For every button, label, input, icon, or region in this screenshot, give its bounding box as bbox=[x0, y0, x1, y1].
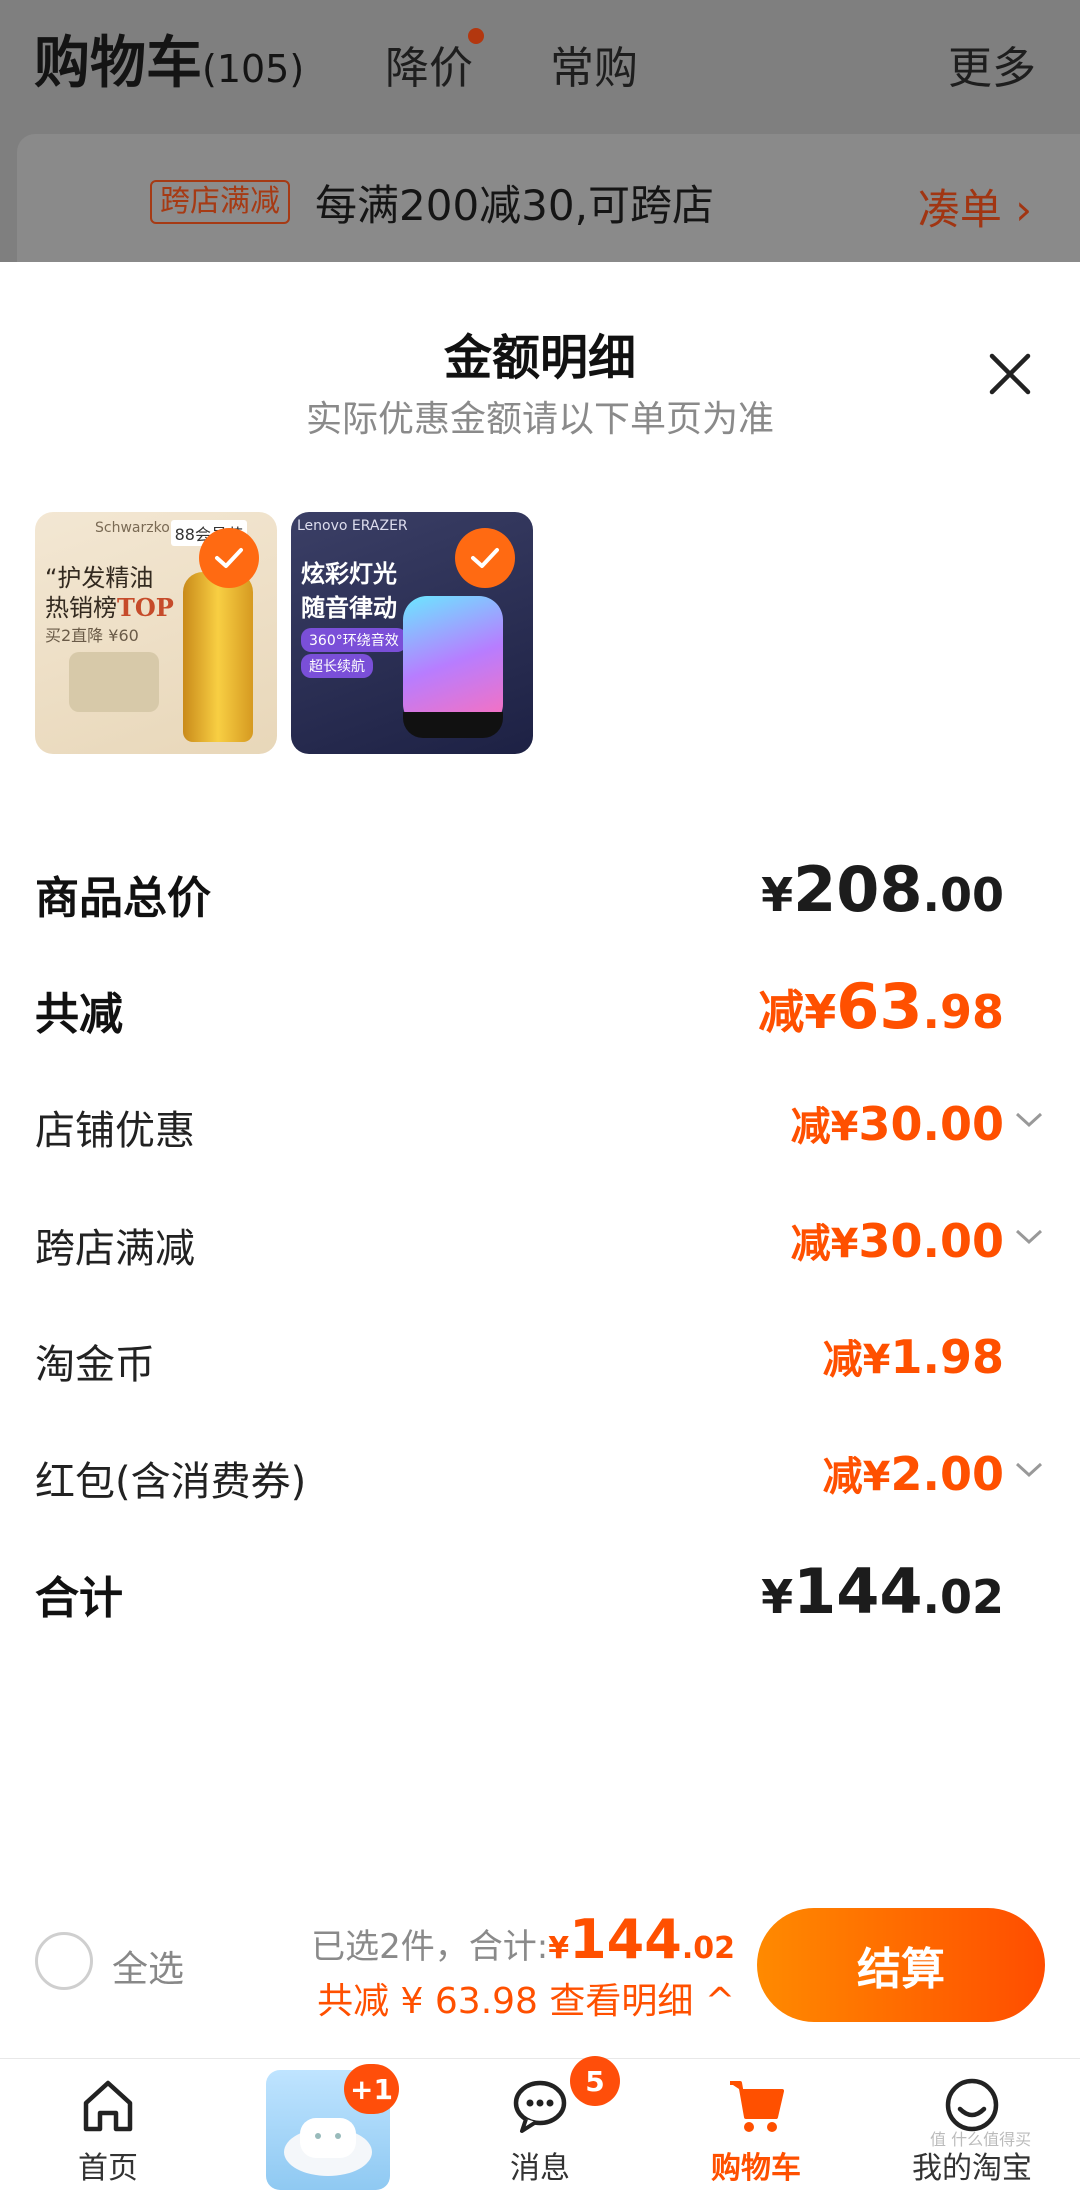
chevron-down-icon[interactable] bbox=[1014, 1460, 1044, 1480]
promo-text: 每满200减30,可跨店 bbox=[315, 181, 714, 230]
row-label-total-discount: 共减 bbox=[35, 989, 123, 1040]
select-all-label[interactable]: 全选 bbox=[112, 1940, 184, 1992]
promo-tag: 跨店满减 bbox=[150, 180, 290, 224]
speaker-image bbox=[403, 596, 503, 728]
product-tagline: 炫彩灯光 bbox=[301, 560, 397, 588]
cart-title: 购物车(105) bbox=[34, 31, 305, 96]
home-icon bbox=[83, 2080, 133, 2132]
tab-label: 购物车 bbox=[711, 2151, 801, 2186]
checkmark-icon[interactable] bbox=[455, 528, 515, 588]
product-thumbnail-hair-oil[interactable]: Schwarzkopf 88会员节 “护发精油 热销榜TOP 1” 买2直降 ¥… bbox=[35, 512, 277, 754]
tab-frequent[interactable]: 常购 bbox=[550, 32, 638, 96]
row-amount-cross-store[interactable]: 减¥30.00 bbox=[791, 1211, 1004, 1269]
brand-text: Lenovo ERAZER bbox=[297, 518, 408, 534]
notification-dot bbox=[468, 28, 484, 44]
view-details-link[interactable]: 共减 ¥ 63.98 查看明细 ^ bbox=[317, 1972, 735, 2024]
tab-price-drop[interactable]: 降价 bbox=[385, 32, 473, 96]
message-icon bbox=[513, 2080, 567, 2133]
row-label-store-discount: 店铺优惠 bbox=[35, 1108, 195, 1154]
cart-count: (105) bbox=[202, 47, 305, 91]
checkout-button[interactable]: 结算 bbox=[757, 1908, 1045, 2022]
chevron-down-icon[interactable] bbox=[1014, 1227, 1044, 1247]
close-icon[interactable] bbox=[982, 346, 1038, 402]
speaker-base-image bbox=[403, 712, 503, 738]
row-label-cross-store: 跨店满减 bbox=[35, 1226, 195, 1272]
checkmark-icon[interactable] bbox=[199, 528, 259, 588]
more-button[interactable]: 更多 bbox=[948, 32, 1036, 96]
row-label-grand-total: 合计 bbox=[35, 1573, 123, 1624]
bottom-tab-bar: 首页 消息 购物车 我的淘宝 bbox=[0, 2058, 1080, 2186]
tab-label: 首页 bbox=[78, 2151, 138, 2186]
promo-badge: +1 bbox=[344, 2064, 399, 2114]
hair-clip-image bbox=[69, 652, 159, 712]
row-amount-red-packet[interactable]: 减¥2.00 bbox=[823, 1444, 1004, 1502]
product-offer: 买2直降 ¥60 bbox=[45, 626, 139, 645]
feature-pill: 360°环绕音效 bbox=[301, 628, 407, 652]
product-tagline-2: 随音律动 bbox=[301, 594, 397, 622]
row-amount-taojinbi: 减¥1.98 bbox=[822, 1330, 1004, 1384]
message-count-badge: 5 bbox=[570, 2056, 620, 2106]
row-label-red-packet: 红包(含消费券) bbox=[35, 1459, 307, 1505]
sheet-title: 金额明细 bbox=[443, 330, 636, 386]
row-label-taojinbi: 淘金币 bbox=[35, 1342, 155, 1388]
tab-cart[interactable]: 购物车 bbox=[648, 2059, 864, 2186]
oil-bottle-image bbox=[183, 572, 253, 742]
tab-label: 消息 bbox=[510, 2151, 570, 2186]
row-amount-total-discount: 减¥63.98 bbox=[758, 970, 1004, 1043]
row-amount-subtotal: ¥208.00 bbox=[761, 853, 1004, 926]
cart-icon bbox=[730, 2081, 784, 2132]
tab-home[interactable]: 首页 bbox=[0, 2059, 216, 2186]
tab-profile[interactable]: 我的淘宝 bbox=[864, 2059, 1080, 2186]
row-label-subtotal: 商品总价 bbox=[35, 873, 211, 924]
watermark: 值 什么值得买 bbox=[930, 2130, 1032, 2149]
selected-summary: 已选2件，合计:¥144.02 bbox=[311, 1908, 735, 1971]
sheet-subtitle: 实际优惠金额请以下单页为准 bbox=[305, 399, 774, 440]
feature-pill: 超长续航 bbox=[301, 654, 373, 678]
product-thumbnail-speaker[interactable]: Lenovo ERAZER 炫彩灯光 随音律动 360°环绕音效 超长续航 bbox=[291, 512, 533, 754]
add-items-link[interactable]: 凑单 › bbox=[918, 176, 1032, 237]
select-all-radio[interactable] bbox=[35, 1932, 93, 1990]
chevron-down-icon[interactable] bbox=[1014, 1110, 1044, 1130]
row-amount-grand-total: ¥144.02 bbox=[761, 1555, 1004, 1628]
row-amount-store-discount[interactable]: 减¥30.00 bbox=[791, 1094, 1004, 1152]
